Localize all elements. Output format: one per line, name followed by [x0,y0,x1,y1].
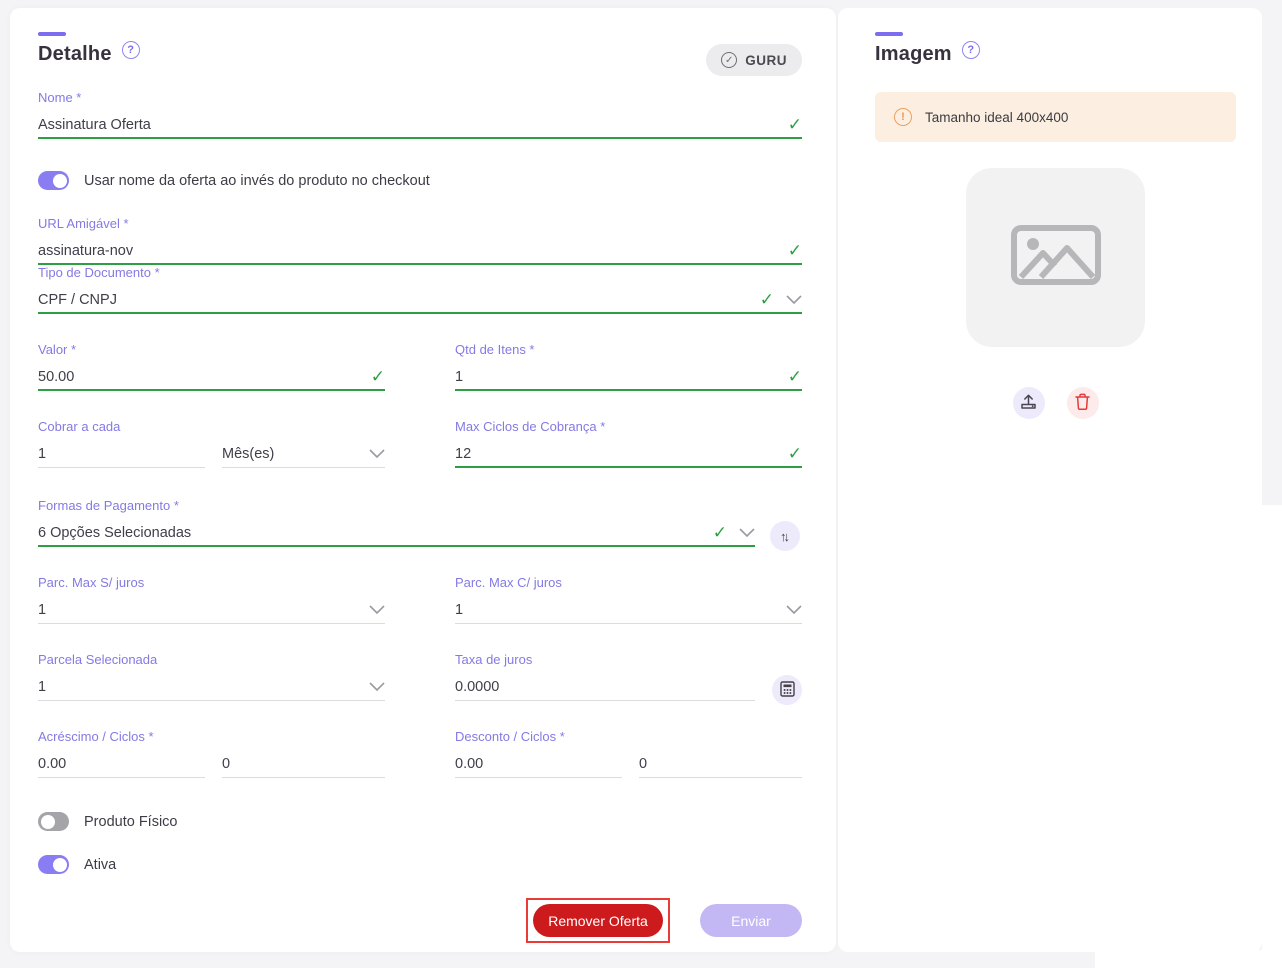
image-upload-dropzone[interactable] [966,168,1145,347]
trash-icon [1075,393,1090,413]
calculator-icon [780,681,795,700]
sort-payment-methods-button[interactable]: ↑↓ [770,521,800,551]
parcela-selecionada-label: Parcela Selecionada [38,652,385,667]
taxa-juros-input[interactable]: 0.0000 [455,674,755,701]
parc-max-com-juros-select[interactable]: 1 [455,597,802,624]
upload-icon [1020,393,1037,413]
cobrar-a-cada-input[interactable]: 1 [38,441,205,468]
nome-input[interactable]: Assinatura Oferta ✓ [38,112,802,139]
qtd-itens-input[interactable]: 1 ✓ [455,364,802,391]
valor-input[interactable]: 50.00 ✓ [38,364,385,391]
image-placeholder-icon [1011,225,1101,290]
usar-nome-toggle[interactable] [38,171,69,190]
parc-max-sem-juros-label: Parc. Max S/ juros [38,575,385,590]
acrescimo-ciclos-input[interactable]: 0 [222,751,385,778]
delete-image-button[interactable] [1067,387,1099,419]
page-background-patch [1262,505,1282,968]
cobrar-a-cada-label: Cobrar a cada [38,419,385,434]
chevron-down-icon [739,528,755,538]
parc-max-sem-juros-select[interactable]: 1 [38,597,385,624]
chevron-down-icon [786,605,802,615]
image-panel: Imagem ? ! Tamanho ideal 400x400 [838,8,1262,952]
acrescimo-valor-input[interactable]: 0.00 [38,751,205,778]
cobrar-periodo-select[interactable]: Mês(es) [222,441,385,468]
valid-check-icon: ✓ [788,368,802,385]
produto-fisico-toggle[interactable] [38,812,69,831]
desconto-ciclos-label: Desconto / Ciclos * [455,729,802,744]
acrescimo-ciclos-label: Acréscimo / Ciclos * [38,729,385,744]
usar-nome-toggle-row: Usar nome da oferta ao invés do produto … [38,171,802,190]
max-ciclos-label: Max Ciclos de Cobrança * [455,419,802,434]
valid-check-icon: ✓ [713,524,727,541]
url-label: URL Amigável * [38,216,802,231]
chevron-down-icon [786,295,802,305]
page-title: Detalhe [38,43,112,66]
help-icon[interactable]: ? [962,41,980,59]
highlight-annotation-box: Remover Oferta [526,898,670,943]
warning-icon: ! [894,108,912,126]
formas-pagamento-select[interactable]: 6 Opções Selecionadas ✓ [38,520,755,547]
chevron-down-icon [369,449,385,459]
sort-arrows-icon: ↑↓ [780,529,790,544]
valid-check-icon: ✓ [371,368,385,385]
valid-check-icon: ✓ [760,291,774,308]
parc-max-com-juros-label: Parc. Max C/ juros [455,575,802,590]
url-input[interactable]: assinatura-nov ✓ [38,238,802,265]
valor-label: Valor * [38,342,385,357]
desconto-ciclos-input[interactable]: 0 [639,751,802,778]
submit-button[interactable]: Enviar [700,904,802,937]
image-panel-title: Imagem [875,43,952,66]
tipo-documento-select[interactable]: CPF / CNPJ ✓ [38,287,802,314]
upload-image-button[interactable] [1013,387,1045,419]
qtd-itens-label: Qtd de Itens * [455,342,802,357]
page-background-patch [1095,950,1282,968]
remove-offer-button[interactable]: Remover Oferta [533,904,663,937]
usar-nome-toggle-label: Usar nome da oferta ao invés do produto … [84,173,430,189]
ideal-size-banner: ! Tamanho ideal 400x400 [875,92,1236,142]
tipo-documento-label: Tipo de Documento * [38,265,802,280]
produto-fisico-label: Produto Físico [84,814,178,830]
formas-pagamento-label: Formas de Pagamento * [38,498,802,513]
parcela-selecionada-select[interactable]: 1 [38,674,385,701]
calculate-interest-button[interactable] [772,675,802,705]
taxa-juros-label: Taxa de juros [455,652,802,667]
max-ciclos-input[interactable]: 12 ✓ [455,441,802,468]
desconto-valor-input[interactable]: 0.00 [455,751,622,778]
ativa-label: Ativa [84,857,116,873]
chevron-down-icon [369,605,385,615]
valid-check-icon: ✓ [788,116,802,133]
chevron-down-icon [369,682,385,692]
section-accent-dash [38,32,66,36]
check-circle-icon: ✓ [721,52,737,68]
help-icon[interactable]: ? [122,41,140,59]
guru-badge: ✓ GURU [706,44,802,76]
nome-label: Nome * [38,90,802,105]
section-accent-dash [875,32,903,36]
ativa-toggle[interactable] [38,855,69,874]
detail-panel: Detalhe ? ✓ GURU Nome * Assinatura Ofert… [10,8,836,952]
ideal-size-text: Tamanho ideal 400x400 [925,110,1068,125]
valid-check-icon: ✓ [788,242,802,259]
valid-check-icon: ✓ [788,445,802,462]
